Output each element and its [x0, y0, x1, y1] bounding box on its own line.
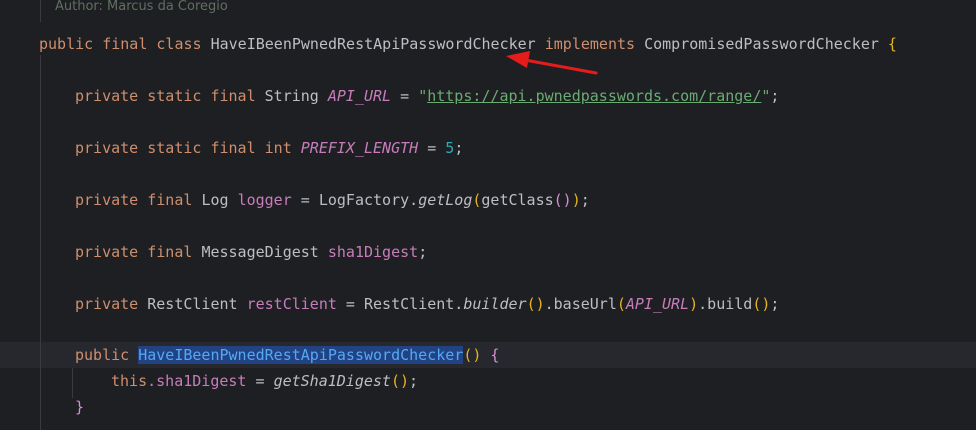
annotation-arrow-icon — [506, 51, 598, 75]
code-editor[interactable]: Author: Marcus da Coregio public final c… — [0, 0, 976, 430]
